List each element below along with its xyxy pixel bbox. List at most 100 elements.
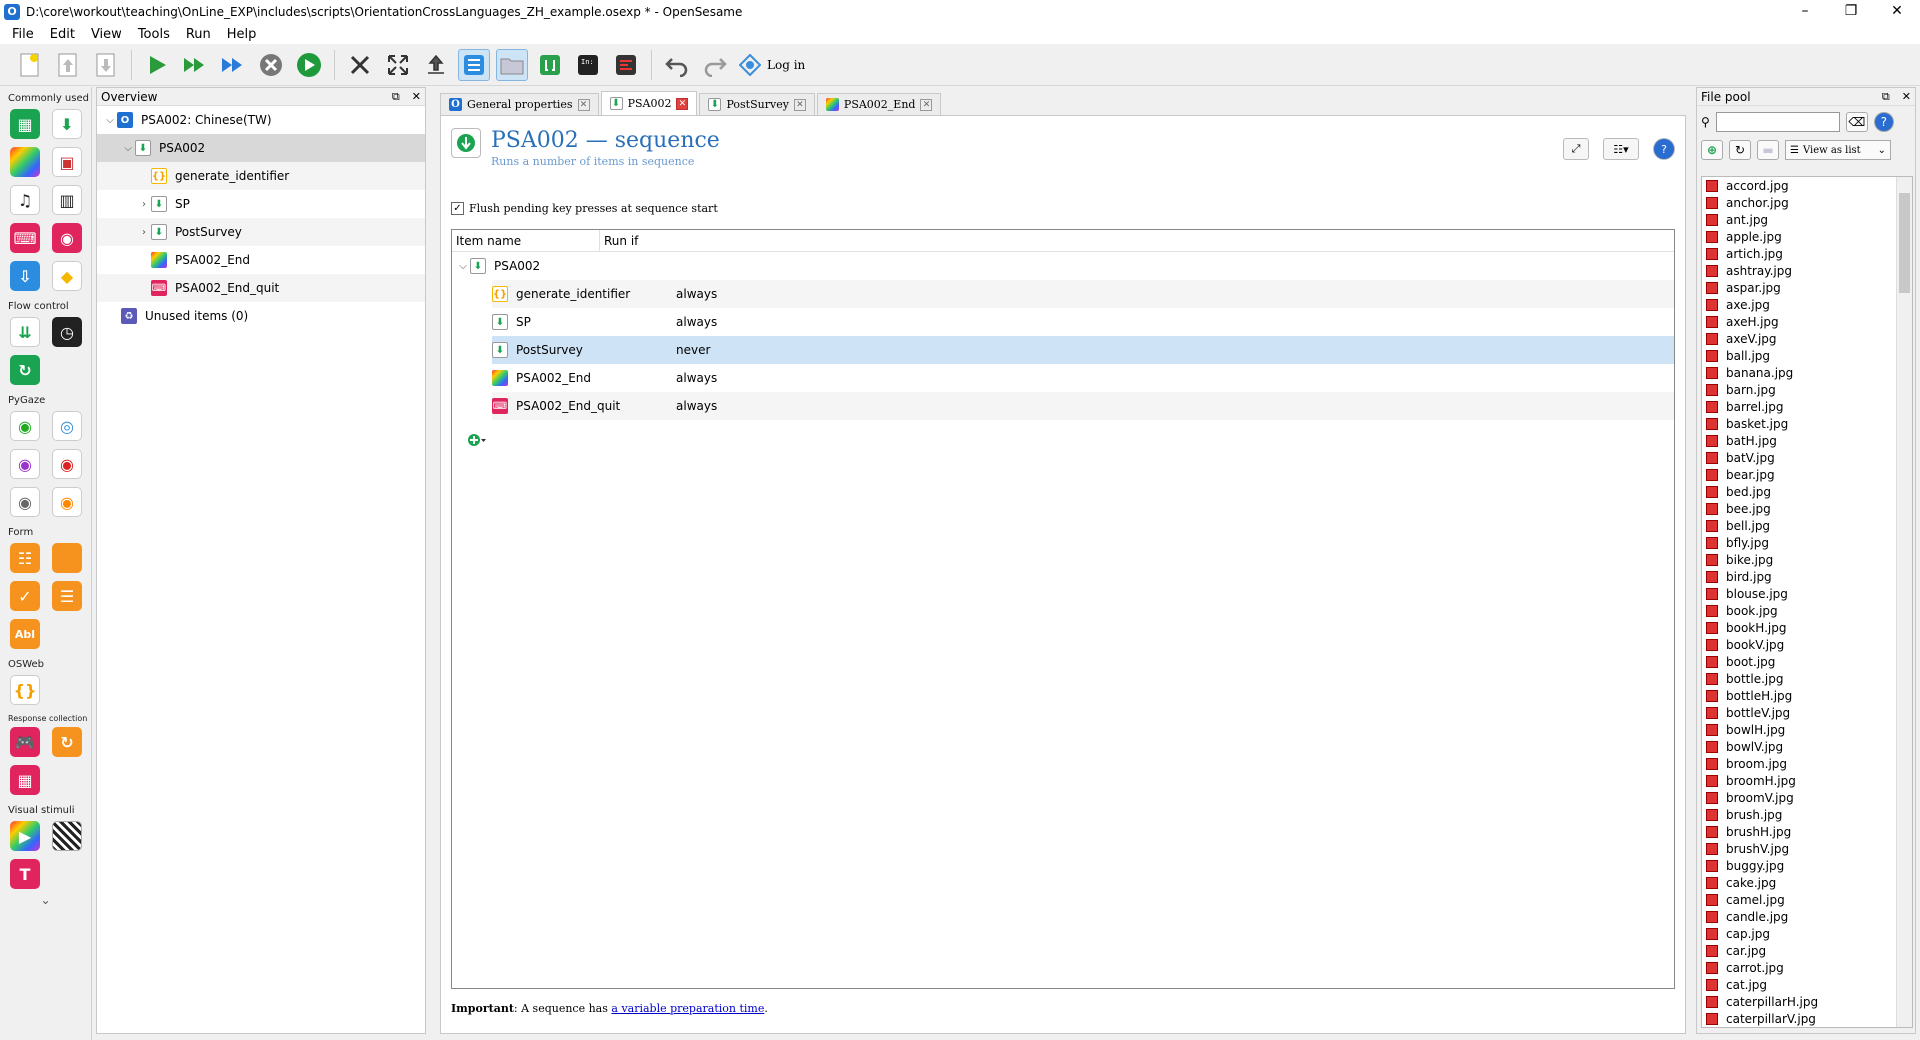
file-list-item[interactable]: bee.jpg [1702, 500, 1912, 517]
run-osweb-icon[interactable] [293, 49, 325, 81]
coroutines-icon[interactable]: ⇊ [10, 317, 40, 347]
file-list-item[interactable]: bfly.jpg [1702, 534, 1912, 551]
tree-item-sp[interactable]: › ⬇ SP [97, 190, 425, 218]
file-list-item[interactable]: camel.jpg [1702, 891, 1912, 908]
row-run-if[interactable]: never [672, 343, 710, 357]
undock-icon[interactable]: ⧉ [1882, 90, 1890, 103]
file-list-item[interactable]: barrel.jpg [1702, 398, 1912, 415]
collapse-arrow-icon[interactable]: ⌵ [121, 143, 135, 154]
save-file-icon[interactable] [90, 49, 122, 81]
table-row-selected[interactable]: ⬇ PostSurvey never [492, 336, 1674, 364]
menu-view[interactable]: View [83, 27, 130, 42]
file-list-item[interactable]: artich.jpg [1702, 245, 1912, 262]
media-player-icon[interactable]: ▶ [10, 821, 40, 851]
file-list-item[interactable]: accord.jpg [1702, 177, 1912, 194]
tab-postsurvey[interactable]: ⬇ PostSurvey ✕ [699, 93, 815, 115]
editor-title[interactable]: PSA002 — sequence [491, 128, 720, 153]
sequence-item-icon[interactable]: ⬇ [52, 109, 82, 139]
close-tab-icon[interactable]: ✕ [793, 98, 806, 111]
append-item-button[interactable] [467, 432, 487, 448]
file-list-item[interactable]: car.jpg [1702, 942, 1912, 959]
flush-keypresses-option[interactable]: ✓ Flush pending key presses at sequence … [451, 202, 718, 215]
file-list-item[interactable]: ashtray.jpg [1702, 262, 1912, 279]
new-file-icon[interactable] [14, 49, 46, 81]
file-list-item[interactable]: brush.jpg [1702, 806, 1912, 823]
open-file-icon[interactable] [52, 49, 84, 81]
more-items-chevron-icon[interactable]: ⌄ [0, 893, 91, 907]
menu-help[interactable]: Help [219, 27, 265, 42]
close-tab-icon[interactable]: ✕ [676, 97, 689, 110]
quick-run-icon[interactable] [217, 49, 249, 81]
login-button[interactable]: Log in [737, 53, 805, 76]
close-tabs-icon[interactable] [344, 49, 376, 81]
fullscreen-icon[interactable] [382, 49, 414, 81]
table-row[interactable]: ⌨ PSA002_End_quit always [492, 392, 1674, 420]
view-mode-select[interactable]: ☰ View as list ⌄ [1785, 140, 1891, 160]
loop-item-icon[interactable]: ▦ [10, 109, 40, 139]
tab-psa002-end[interactable]: PSA002_End ✕ [816, 93, 942, 115]
view-script-icon[interactable]: ☷▾ [1603, 138, 1639, 160]
form-consent-icon[interactable] [52, 543, 82, 573]
file-list-item[interactable]: buggy.jpg [1702, 857, 1912, 874]
file-list-item[interactable]: banana.jpg [1702, 364, 1912, 381]
run-fullscreen-icon[interactable] [141, 49, 173, 81]
menu-file[interactable]: File [4, 27, 42, 42]
tree-item-unused[interactable]: ♻ Unused items (0) [97, 302, 425, 330]
sampler-item-icon[interactable]: ♫ [10, 185, 40, 215]
maximize-button[interactable]: ❐ [1828, 0, 1874, 24]
run-window-icon[interactable] [179, 49, 211, 81]
file-list-item[interactable]: broomV.jpg [1702, 789, 1912, 806]
file-list-item[interactable]: ant.jpg [1702, 211, 1912, 228]
help-icon[interactable]: ? [1653, 138, 1675, 160]
flush-checkbox[interactable]: ✓ [451, 202, 464, 215]
form-text-input-icon[interactable]: Abl [10, 619, 40, 649]
help-icon[interactable]: ? [1873, 112, 1894, 132]
joystick-icon[interactable]: 🎮 [10, 727, 40, 757]
form-text-display-icon[interactable]: ☰ [52, 581, 82, 611]
collapse-arrow-icon[interactable]: ⌵ [103, 115, 117, 126]
file-list-item[interactable]: axeV.jpg [1702, 330, 1912, 347]
search-input[interactable] [1715, 112, 1840, 132]
file-list-item[interactable]: blouse.jpg [1702, 585, 1912, 602]
kill-experiment-icon[interactable] [255, 49, 287, 81]
file-list-item[interactable]: bottle.jpg [1702, 670, 1912, 687]
table-row-root[interactable]: ⌵ ⬇ PSA002 [452, 252, 1674, 280]
close-tab-icon[interactable]: ✕ [920, 98, 933, 111]
file-list-item[interactable]: bottleV.jpg [1702, 704, 1912, 721]
file-list-item[interactable]: bottleH.jpg [1702, 687, 1912, 704]
file-list-item[interactable]: cat.jpg [1702, 976, 1912, 993]
tree-item-psa002-end-quit[interactable]: ⌨ PSA002_End_quit [97, 274, 425, 302]
variable-inspector-icon[interactable] [610, 49, 642, 81]
table-row[interactable]: {} generate_identifier always [492, 280, 1674, 308]
menu-tools[interactable]: Tools [130, 27, 178, 42]
tab-psa002[interactable]: ⬇ PSA002 ✕ [600, 91, 698, 115]
menu-edit[interactable]: Edit [42, 27, 83, 42]
preparation-time-link[interactable]: a variable preparation time [611, 1002, 764, 1015]
row-run-if[interactable]: always [672, 399, 717, 413]
file-list-item[interactable]: broom.jpg [1702, 755, 1912, 772]
pygaze-stop-recording-icon[interactable]: ◉ [52, 449, 82, 479]
clear-search-icon[interactable]: ⌫ [1845, 112, 1868, 132]
tree-item-postsurvey[interactable]: › ⬇ PostSurvey [97, 218, 425, 246]
file-list-item[interactable]: book.jpg [1702, 602, 1912, 619]
pygaze-init-icon[interactable]: ◉ [10, 411, 40, 441]
inline-javascript-icon[interactable]: {} [10, 675, 40, 705]
file-list-item[interactable]: bike.jpg [1702, 551, 1912, 568]
close-window-button[interactable]: ✕ [1874, 0, 1920, 24]
file-list-item[interactable]: bear.jpg [1702, 466, 1912, 483]
mouse-response-icon[interactable]: ◉ [52, 223, 82, 253]
file-list-item[interactable]: candle.jpg [1702, 908, 1912, 925]
file-list-item[interactable]: caterpillarH.jpg [1702, 993, 1912, 1010]
feedback-item-icon[interactable]: ▣ [52, 147, 82, 177]
inline-script-icon[interactable]: ◆ [52, 261, 82, 291]
file-list-item[interactable]: apple.jpg [1702, 228, 1912, 245]
file-list-item[interactable]: bell.jpg [1702, 517, 1912, 534]
file-list-item[interactable]: broomH.jpg [1702, 772, 1912, 789]
file-list-item[interactable]: basket.jpg [1702, 415, 1912, 432]
redo-icon[interactable] [699, 49, 731, 81]
debug-window-icon[interactable] [534, 49, 566, 81]
logger-item-icon[interactable]: ⇩ [10, 261, 40, 291]
repeat-cycle-icon[interactable]: ↻ [10, 355, 40, 385]
scrollbar-thumb[interactable] [1899, 193, 1910, 293]
file-list-item[interactable]: caterpillarV.jpg [1702, 1010, 1912, 1027]
